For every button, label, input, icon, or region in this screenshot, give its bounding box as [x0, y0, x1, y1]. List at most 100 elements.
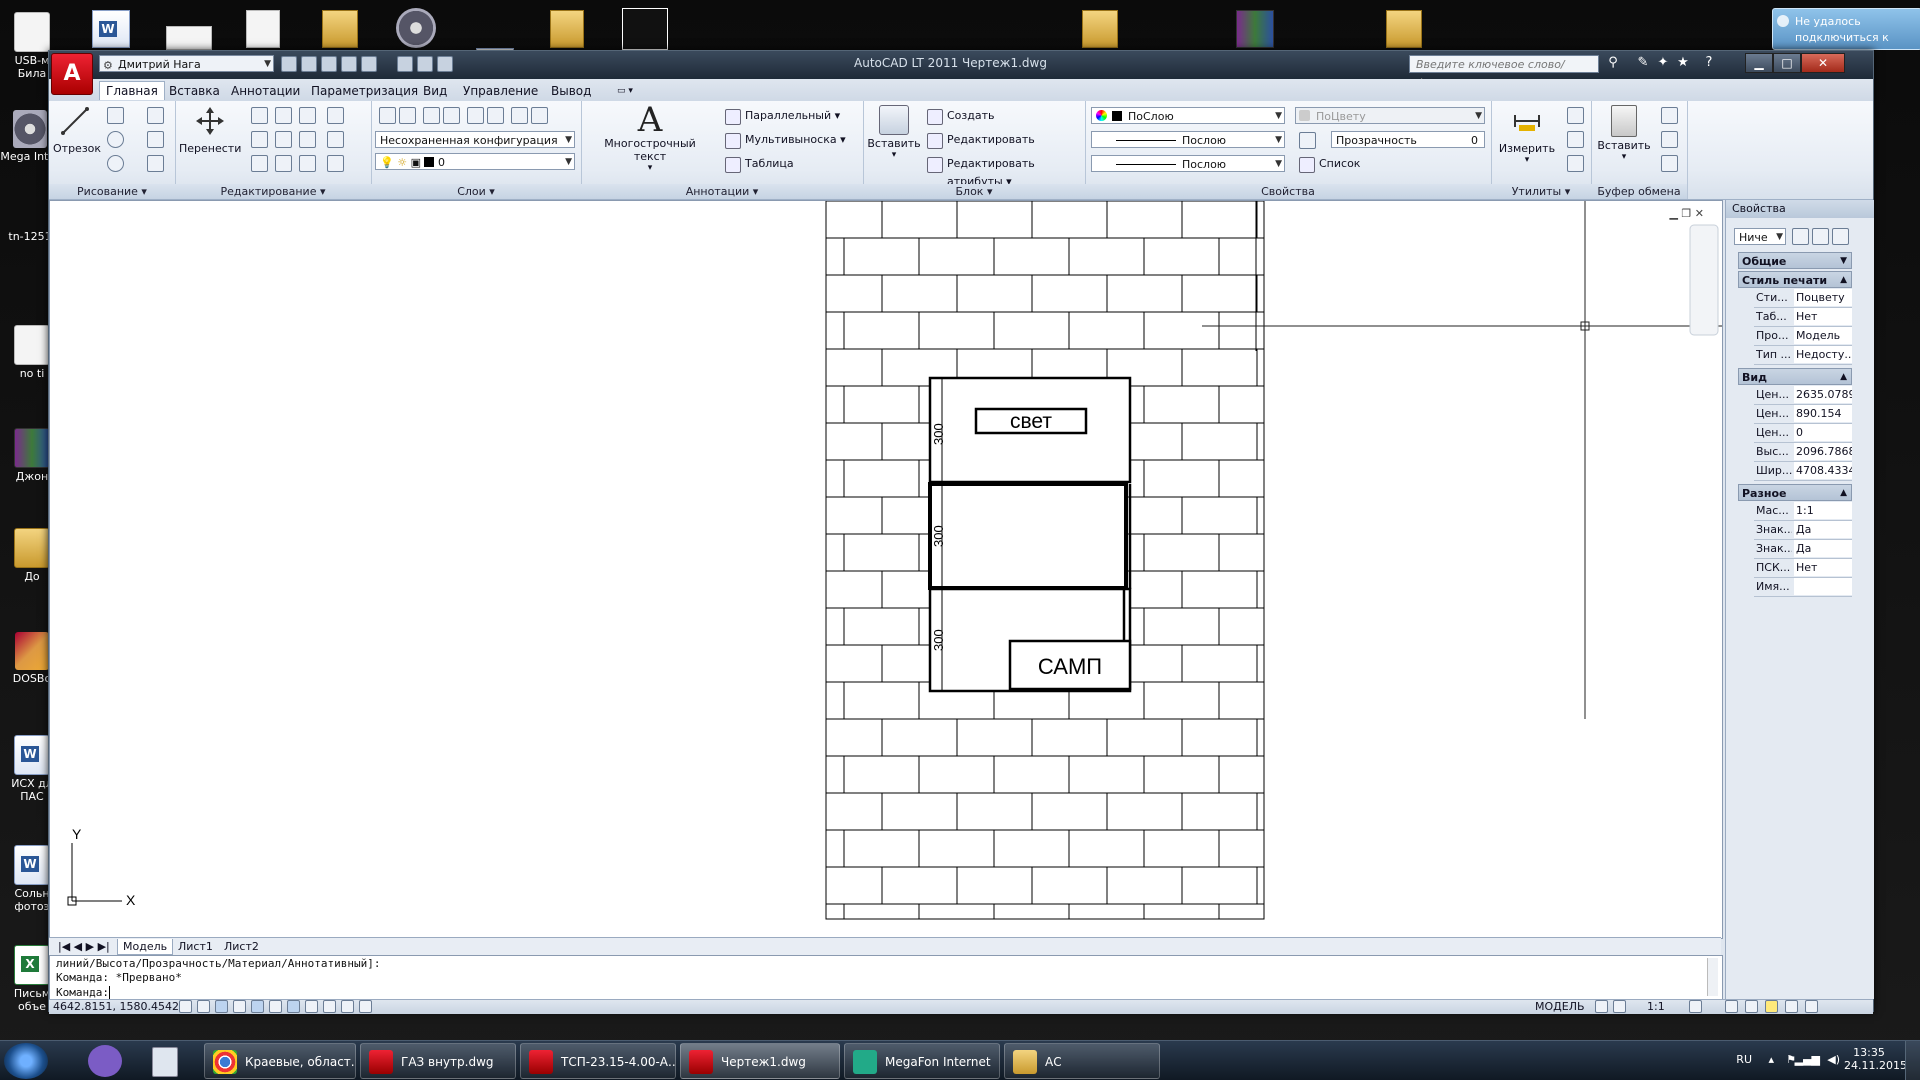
volume-icon[interactable]: ◀)	[1827, 1053, 1840, 1066]
folder-icon[interactable]	[550, 10, 584, 48]
line-button[interactable]: Отрезок	[53, 105, 101, 155]
taskbar-item-tsp[interactable]: ТСП-23.15-4.00-А...	[520, 1043, 676, 1079]
command-prompt[interactable]: Команда:	[56, 986, 110, 999]
annotation-visibility-icon[interactable]	[1689, 1000, 1702, 1013]
polyline-icon[interactable]	[107, 107, 124, 124]
layer-state-select[interactable]: Несохраненная конфигурация сл▼	[375, 131, 575, 164]
application-menu-button[interactable]: A	[51, 53, 93, 95]
transparency-toggle-icon[interactable]	[341, 1000, 354, 1013]
arc-icon[interactable]	[147, 107, 164, 124]
undo-icon[interactable]	[417, 56, 433, 72]
model-space-label[interactable]: МОДЕЛЬ	[1535, 1000, 1585, 1013]
mtext-button[interactable]: A Многострочный текст ▾	[587, 103, 713, 173]
save-as-icon[interactable]	[341, 56, 357, 72]
layer-isolate-icon[interactable]	[467, 107, 484, 124]
taskbar-item-megafon[interactable]: MegaFon Internet	[844, 1043, 1000, 1079]
lightbulb-icon[interactable]	[1765, 1000, 1778, 1013]
help-icon[interactable]: ?	[1701, 55, 1717, 71]
layer-off-icon[interactable]	[531, 107, 548, 124]
erase-icon[interactable]	[327, 107, 344, 124]
current-layer-select[interactable]: 💡 ☼ ▣ 0 ▼	[375, 153, 575, 170]
color-select[interactable]: ПоСлою ▼	[1091, 107, 1285, 124]
draw-panel-footer[interactable]: Рисование ▾	[49, 184, 175, 199]
clean-screen-icon[interactable]	[1805, 1000, 1818, 1013]
annotation-scale[interactable]: 1:1	[1647, 1000, 1665, 1013]
quick-view-layouts-icon[interactable]	[1595, 1000, 1608, 1013]
prop-row[interactable]: Выс... 2096.7868	[1754, 443, 1852, 462]
properties-panel-footer[interactable]: Свойства	[1085, 184, 1491, 199]
taskbar-item-chrome[interactable]: Краевые, област...	[204, 1043, 356, 1079]
taskbar-item-gaz[interactable]: ГАЗ внутр.dwg	[360, 1043, 516, 1079]
taskbar-item-drawing1[interactable]: Чертеж1.dwg	[680, 1043, 840, 1079]
rectangle-icon[interactable]	[147, 131, 164, 148]
new-file-icon[interactable]	[281, 56, 297, 72]
copy-clip-icon[interactable]	[1661, 131, 1678, 148]
section-misc[interactable]: Разное ▲	[1738, 484, 1852, 501]
prop-row[interactable]: Знак... Да	[1754, 540, 1852, 559]
qat-dropdown-icon[interactable]	[437, 56, 453, 72]
prop-row[interactable]: Цен... 890.154	[1754, 405, 1852, 424]
edit-attributes-button[interactable]: Редактировать атрибуты ▾	[927, 155, 1085, 188]
grid-icon[interactable]	[215, 1000, 228, 1013]
layers-panel-footer[interactable]: Слои ▾	[371, 184, 581, 199]
select-all-icon[interactable]	[1567, 155, 1584, 172]
layer-freeze-icon[interactable]	[511, 107, 528, 124]
prop-row[interactable]: ПСК... Нет	[1754, 559, 1852, 578]
favorites-star-icon[interactable]: ★	[1675, 55, 1691, 71]
prop-row[interactable]: Цен... 2635.0789	[1754, 386, 1852, 405]
tab-output[interactable]: Вывод	[545, 82, 597, 100]
insert-block-button[interactable]: Вставить ▾	[867, 105, 921, 160]
lineweight-select[interactable]: Послою ▼	[1091, 155, 1285, 172]
select-objects-icon[interactable]	[1812, 228, 1829, 245]
quick-select-icon[interactable]	[1832, 228, 1849, 245]
layer-previous-icon[interactable]	[443, 107, 460, 124]
hatch-icon[interactable]	[147, 155, 164, 172]
disc-icon[interactable]	[396, 8, 436, 48]
array-icon[interactable]	[299, 155, 316, 172]
binoculars-icon[interactable]: ⚲	[1605, 55, 1621, 71]
prop-row[interactable]: Таб... Нет	[1754, 308, 1852, 327]
copy-icon[interactable]	[251, 107, 268, 124]
break-icon[interactable]	[327, 131, 344, 148]
tab-sheet2[interactable]: Лист2	[219, 939, 264, 954]
taskbar-item-folder[interactable]: АС	[1004, 1043, 1160, 1079]
create-block-button[interactable]: Создать	[927, 107, 995, 125]
id-point-icon[interactable]	[1567, 131, 1584, 148]
command-line[interactable]: линий/Высота/Прозрачность/Материал/Аннот…	[49, 955, 1723, 1001]
layer-state-icon[interactable]	[399, 107, 416, 124]
network-signal-icon[interactable]: ▂▄▆	[1795, 1053, 1820, 1066]
prop-row[interactable]: Сти... Поцвету	[1754, 289, 1852, 308]
folder-icon[interactable]	[1082, 10, 1118, 48]
prop-row[interactable]: Мас... 1:1	[1754, 502, 1852, 521]
layer-properties-icon[interactable]	[379, 107, 396, 124]
quick-view-drawings-icon[interactable]	[1613, 1000, 1626, 1013]
quick-properties-icon[interactable]	[359, 1000, 372, 1013]
cut-icon[interactable]	[1661, 107, 1678, 124]
match-props-icon[interactable]	[251, 155, 268, 172]
selection-select[interactable]: Ниче ▼	[1734, 228, 1786, 245]
annotation-panel-footer[interactable]: Аннотации ▾	[581, 184, 863, 199]
image-file-icon[interactable]	[166, 26, 212, 50]
navigation-bar[interactable]	[1689, 224, 1719, 336]
utilities-panel-footer[interactable]: Утилиты ▾	[1491, 184, 1591, 199]
dimension-button[interactable]: Параллельный ▾	[725, 107, 840, 125]
measure-button[interactable]: Измерить ▾	[1497, 105, 1557, 165]
communication-icon[interactable]: ✦	[1655, 55, 1671, 71]
tray-expand-icon[interactable]: ▴	[1768, 1053, 1774, 1066]
scale-icon[interactable]	[275, 155, 292, 172]
folder-icon[interactable]	[1386, 10, 1422, 48]
viber-icon[interactable]	[88, 1045, 122, 1077]
prop-row[interactable]: Тип ... Недосту...	[1754, 346, 1852, 365]
stretch-icon[interactable]	[251, 131, 268, 148]
tab-annotate[interactable]: Аннотации	[225, 82, 306, 100]
prop-row[interactable]: Цен... 0	[1754, 424, 1852, 443]
edit-block-button[interactable]: Редактировать	[927, 131, 1035, 149]
quick-calc-icon[interactable]	[1567, 107, 1584, 124]
close-button[interactable]: ✕	[1801, 53, 1845, 73]
transparency-icon[interactable]	[1299, 132, 1316, 149]
mirror2-icon[interactable]	[299, 131, 316, 148]
print-icon[interactable]	[397, 56, 413, 72]
section-plotstyle[interactable]: Стиль печати ▲	[1738, 271, 1852, 288]
linetype-select[interactable]: Послою ▼	[1091, 131, 1285, 148]
ortho-icon[interactable]	[233, 1000, 246, 1013]
